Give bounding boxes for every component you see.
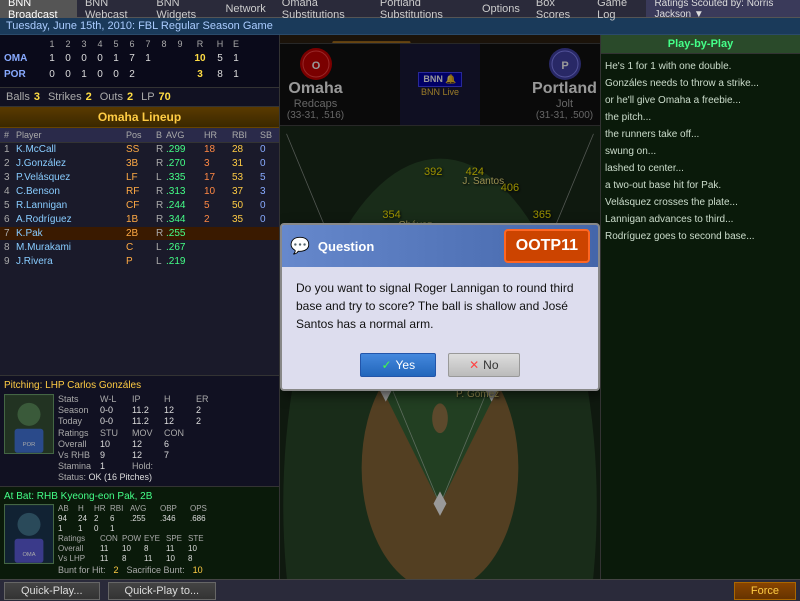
- modal-body: Do you want to signal Roger Lannigan to …: [282, 267, 598, 345]
- lineup-header: Omaha Lineup: [0, 107, 279, 128]
- pbp-line: the pitch...: [605, 109, 796, 126]
- lineup-row[interactable]: 4 C.Benson RF R .313 10 37 3: [0, 185, 279, 199]
- pbp-line: Rodríguez goes to second base...: [605, 228, 796, 245]
- pitcher-portrait: POR: [4, 394, 54, 454]
- question-modal: 💬 Question OOTP11 Do you want to signal …: [280, 223, 600, 391]
- pbp-line: or he'll give Omaha a freebie...: [605, 92, 796, 109]
- lineup-row[interactable]: 7 K.Pak 2B R .255: [0, 227, 279, 241]
- main-area: 12345 6789 RHE OMA 10001 71 1051 POR 001…: [0, 35, 800, 579]
- svg-text:OMA: OMA: [22, 552, 35, 558]
- modal-title: Question: [318, 239, 374, 254]
- pbp-line: He's 1 for 1 with one double.: [605, 58, 796, 75]
- yes-button[interactable]: ✓ Yes: [360, 353, 436, 377]
- quick-play-button[interactable]: Quick-Play...: [4, 582, 100, 600]
- left-panel: 12345 6789 RHE OMA 10001 71 1051 POR 001…: [0, 35, 280, 579]
- date-bar: Tuesday, June 15th, 2010: FBL Regular Se…: [0, 18, 800, 35]
- lineup-row[interactable]: 2 J.González 3B R .270 3 31 0: [0, 157, 279, 171]
- modal-buttons: ✓ Yes ✕ No: [282, 345, 598, 389]
- batter-portrait: OMA: [4, 504, 54, 564]
- lineup-row[interactable]: 6 A.Rodríguez 1B R .344 2 35 0: [0, 213, 279, 227]
- pbp-line: Gonzáles needs to throw a strike...: [605, 75, 796, 92]
- pbp-line: a two-out base hit for Pak.: [605, 177, 796, 194]
- svg-text:POR: POR: [23, 442, 35, 448]
- menu-box-scores[interactable]: Box Scores: [528, 0, 589, 17]
- bottom-bar: Quick-Play... Quick-Play to... Force: [0, 579, 800, 601]
- pitching-title: Pitching: LHP Carlos Gonzáles: [4, 380, 275, 391]
- field-area: Banks Park 354 392 424 406 365 321 327 J…: [280, 35, 600, 579]
- lineup-table: #PlayerPosB AVGHRRBISB 1 K.McCall SS R .…: [0, 128, 279, 375]
- menu-omaha-subs[interactable]: Omaha Substitutions: [274, 0, 372, 17]
- atbat-title: At Bat: RHB Kyeong-eon Pak, 2B: [4, 491, 275, 502]
- pbp-line: swung on...: [605, 143, 796, 160]
- score-row-por: POR 00100 2 381: [4, 67, 275, 83]
- ootp-logo: OOTP11: [504, 229, 590, 263]
- pbp-line: the runners take off...: [605, 126, 796, 143]
- lineup-row[interactable]: 1 K.McCall SS R .299 18 28 0: [0, 143, 279, 157]
- play-by-play[interactable]: He's 1 for 1 with one double.Gonzáles ne…: [601, 54, 800, 579]
- atbat-section: At Bat: RHB Kyeong-eon Pak, 2B OMA ABHHR…: [0, 486, 279, 579]
- menu-bnn-widgets[interactable]: BNN Widgets: [148, 0, 217, 17]
- lineup-row[interactable]: 5 R.Lannigan CF R .244 5 50 0: [0, 199, 279, 213]
- rating-bar[interactable]: Ratings Scouted by: Norris Jackson ▼: [646, 0, 800, 17]
- pitching-section: Pitching: LHP Carlos Gonzáles POR StatsW…: [0, 375, 279, 486]
- strikes-indicator: Strikes 2: [48, 91, 92, 103]
- menu-portland-subs[interactable]: Portland Substitutions: [372, 0, 474, 17]
- menu-options[interactable]: Options: [474, 0, 528, 17]
- score-row-oma: OMA 10001 71 1051: [4, 51, 275, 67]
- pbp-line: Lannigan advances to third...: [605, 211, 796, 228]
- menu-bnn-webcast[interactable]: BNN Webcast: [77, 0, 148, 17]
- score-header: 12345 6789 RHE: [4, 39, 275, 49]
- outs-indicator: Outs 2: [100, 91, 133, 103]
- menu-game-log[interactable]: Game Log: [589, 0, 646, 17]
- modal-overlay: 💬 Question OOTP11 Do you want to signal …: [280, 35, 600, 579]
- force-button[interactable]: Force: [734, 582, 796, 600]
- menu-bar: BNN Broadcast BNN Webcast BNN Widgets Ne…: [0, 0, 800, 18]
- menu-bnn-broadcast[interactable]: BNN Broadcast: [0, 0, 77, 17]
- menu-network[interactable]: Network: [217, 0, 273, 17]
- lineup-column-headers: #PlayerPosB AVGHRRBISB: [0, 128, 279, 143]
- lineup-row[interactable]: 9 J.Rivera P L .219: [0, 255, 279, 269]
- quick-play-to-button[interactable]: Quick-Play to...: [108, 582, 217, 600]
- play-by-play-header: Play-by-Play: [601, 35, 800, 54]
- lineup-row[interactable]: 8 M.Murakami C L .267: [0, 241, 279, 255]
- lp-indicator: LP 70: [141, 91, 171, 103]
- scoreboard: 12345 6789 RHE OMA 10001 71 1051 POR 001…: [0, 35, 279, 88]
- game-state: Balls 3 Strikes 2 Outs 2 LP 70: [0, 88, 279, 107]
- pbp-line: lashed to center...: [605, 160, 796, 177]
- lineup-row[interactable]: 3 P.Velásquez LF L .335 17 53 5: [0, 171, 279, 185]
- pbp-line: Velásquez crosses the plate...: [605, 194, 796, 211]
- balls-indicator: Balls 3: [6, 91, 40, 103]
- no-button[interactable]: ✕ No: [448, 353, 519, 377]
- modal-title-bar: 💬 Question OOTP11: [282, 225, 598, 267]
- right-panel: Play-by-Play He's 1 for 1 with one doubl…: [600, 35, 800, 579]
